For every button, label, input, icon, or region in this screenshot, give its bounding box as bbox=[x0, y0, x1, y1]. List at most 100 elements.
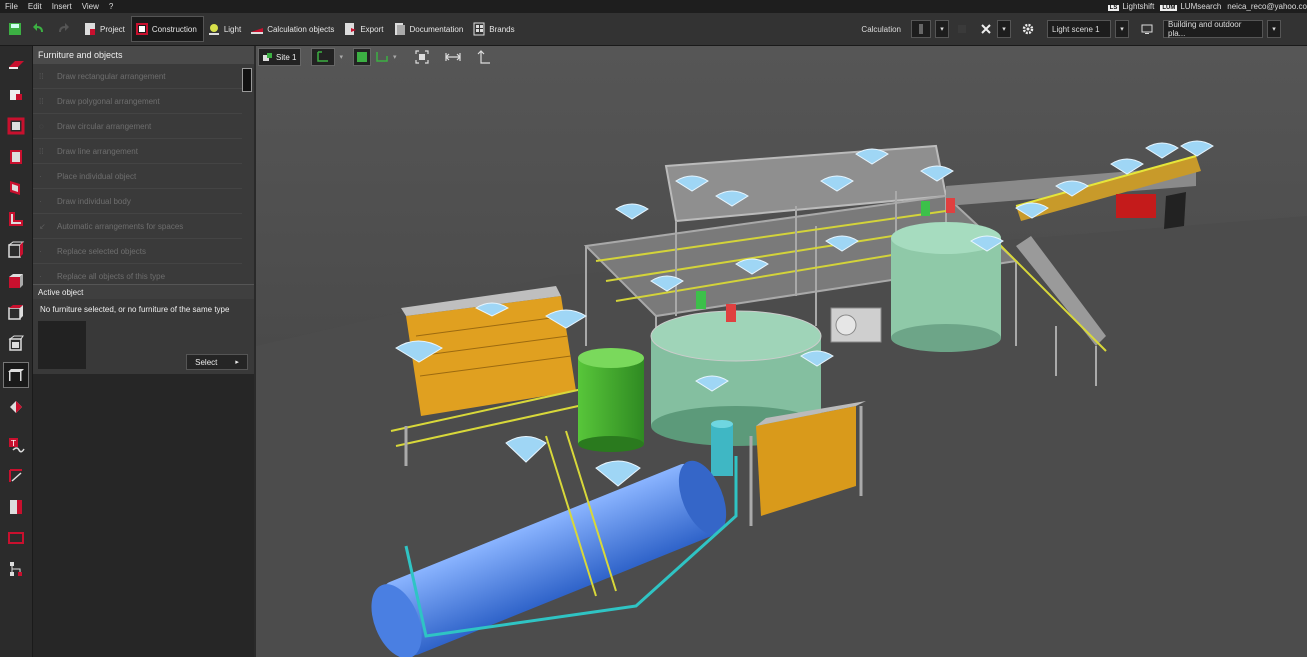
account-email[interactable]: neica_reco@yahoo.co bbox=[1227, 2, 1307, 11]
save-icon[interactable] bbox=[6, 20, 24, 38]
tool-furniture-icon[interactable] bbox=[3, 362, 29, 388]
3d-viewport[interactable]: Site 1 ▾ ▾ bbox=[256, 46, 1307, 657]
tool-l-shape-icon[interactable] bbox=[4, 207, 28, 231]
tool-text-icon[interactable]: T bbox=[4, 433, 28, 457]
list-item-replace-selected[interactable]: · Replace selected objects bbox=[33, 239, 242, 264]
chevron-right-icon: ▸ bbox=[235, 359, 239, 366]
tab-documentation[interactable]: Documentation bbox=[389, 17, 469, 41]
tool-decoration-icon[interactable] bbox=[4, 395, 28, 419]
list-item-place-object[interactable]: · Place individual object bbox=[33, 164, 242, 189]
measure-vertical-button[interactable] bbox=[477, 49, 491, 65]
solid-view-button[interactable] bbox=[352, 48, 371, 66]
lightshift-label: Lightshift bbox=[1122, 2, 1155, 11]
list-item-draw-body[interactable]: · Draw individual body bbox=[33, 189, 242, 214]
viewport-scene bbox=[256, 46, 1307, 657]
panel-scrollbar[interactable] bbox=[242, 68, 252, 92]
tool-door-icon[interactable] bbox=[4, 145, 28, 169]
cancel-dropdown-button[interactable]: ▾ bbox=[997, 20, 1011, 38]
site-icon bbox=[263, 53, 272, 61]
list-item-line[interactable]: ⁞⁞ Draw line arrangement bbox=[33, 139, 242, 164]
tab-documentation-label: Documentation bbox=[409, 24, 464, 34]
light-scene-dropdown-button[interactable]: ▾ bbox=[1115, 20, 1129, 38]
fit-view-icon bbox=[414, 50, 429, 64]
view-mode-button[interactable] bbox=[311, 48, 336, 66]
replace-selected-icon: · bbox=[39, 246, 42, 256]
pump bbox=[830, 307, 882, 343]
tool-room-icon[interactable] bbox=[4, 83, 28, 107]
lumsearch-link[interactable]: LUM LUMsearch bbox=[1160, 2, 1221, 11]
circular-arrangement-icon: ◌ bbox=[39, 121, 44, 131]
tool-walls-icon[interactable] bbox=[4, 114, 28, 138]
list-item-label: Replace all objects of this type bbox=[57, 271, 166, 281]
gear-icon[interactable] bbox=[1021, 20, 1035, 38]
measure-horizontal-button[interactable] bbox=[444, 49, 461, 65]
tool-list: ⁞⁞ Draw rectangular arrangement ⁞⁞ Draw po… bbox=[33, 64, 254, 284]
menu-file[interactable]: File bbox=[0, 2, 23, 11]
monitor-icon[interactable] bbox=[1139, 20, 1155, 38]
calculation-objects-icon bbox=[251, 28, 264, 34]
light-icon bbox=[208, 24, 219, 35]
l-view-icon bbox=[317, 51, 329, 62]
tool-floor-icon[interactable] bbox=[4, 52, 28, 76]
tool-window-icon[interactable] bbox=[4, 176, 28, 200]
list-item-circular[interactable]: ◌ Draw circular arrangement bbox=[33, 114, 242, 139]
tool-rectangle-icon[interactable] bbox=[4, 526, 28, 550]
tab-export[interactable]: Export bbox=[340, 17, 389, 41]
menu-edit[interactable]: Edit bbox=[23, 2, 47, 11]
menu-help[interactable]: ? bbox=[104, 2, 118, 11]
lum-badge: LUM bbox=[1160, 5, 1178, 11]
list-item-polygonal[interactable]: ⁞⁞ Draw polygonal arrangement bbox=[33, 89, 242, 114]
select-button[interactable]: Select ▸ bbox=[186, 354, 248, 370]
menu-insert[interactable]: Insert bbox=[47, 2, 77, 11]
tool-box-icon[interactable] bbox=[4, 269, 28, 293]
cancel-calculation-icon[interactable] bbox=[979, 20, 993, 38]
menu-view[interactable]: View bbox=[77, 2, 104, 11]
tool-cube-icon[interactable] bbox=[4, 238, 28, 262]
ls-badge: LS bbox=[1107, 5, 1120, 11]
tab-brands[interactable]: Brands bbox=[469, 17, 520, 41]
svg-text:T: T bbox=[10, 439, 16, 448]
tab-calculation-objects-label: Calculation objects bbox=[267, 24, 335, 34]
main-toolbar: Project Construction Light Calculation o… bbox=[0, 13, 1307, 46]
solid-view-icon bbox=[356, 52, 367, 62]
project-icon bbox=[85, 23, 95, 35]
list-item-label: Automatic arrangements for spaces bbox=[57, 221, 184, 231]
lightshift-link[interactable]: LS Lightshift bbox=[1107, 2, 1155, 11]
tab-project[interactable]: Project bbox=[80, 17, 131, 41]
tab-calculation-objects[interactable]: Calculation objects bbox=[247, 17, 340, 41]
tool-container-icon[interactable] bbox=[4, 331, 28, 355]
light-scene-value: Light scene 1 bbox=[1052, 24, 1100, 34]
list-item-replace-all[interactable]: · Replace all objects of this type bbox=[33, 264, 242, 288]
tool-panel-icon[interactable] bbox=[4, 495, 28, 519]
export-icon bbox=[345, 23, 357, 35]
fit-view-button[interactable] bbox=[414, 49, 429, 65]
tool-line-icon[interactable] bbox=[4, 464, 28, 488]
measure-horizontal-icon bbox=[444, 53, 461, 61]
redo-icon[interactable] bbox=[54, 20, 72, 38]
site-label: Site 1 bbox=[276, 52, 297, 62]
furniture-panel: Furniture and objects ⁞⁞ Draw rectangular… bbox=[33, 46, 254, 657]
list-item-automatic[interactable]: ↙ Automatic arrangements for spaces bbox=[33, 214, 242, 239]
tab-light-label: Light bbox=[223, 24, 242, 34]
view-mode-dropdown-icon[interactable]: ▾ bbox=[339, 53, 343, 61]
tab-construction[interactable]: Construction bbox=[130, 16, 204, 42]
rectangular-arrangement-icon: ⁞⁞ bbox=[39, 71, 44, 81]
tab-light[interactable]: Light bbox=[204, 17, 247, 41]
undo-icon[interactable] bbox=[30, 20, 48, 38]
tool-solid-icon[interactable] bbox=[4, 300, 28, 324]
list-item-label: Replace selected objects bbox=[57, 246, 146, 256]
active-object-thumbnail bbox=[38, 321, 86, 369]
active-object-text: No furniture selected, or no furniture o… bbox=[40, 305, 230, 314]
site-selector[interactable]: Site 1 bbox=[258, 48, 302, 66]
stop-icon[interactable] bbox=[955, 20, 969, 38]
light-scene-select[interactable]: Light scene 1 bbox=[1047, 20, 1111, 38]
wire-view-button[interactable] bbox=[375, 49, 389, 65]
building-mode-dropdown-button[interactable]: ▾ bbox=[1267, 20, 1281, 38]
list-item-rectangular[interactable]: ⁞⁞ Draw rectangular arrangement bbox=[33, 64, 242, 89]
line-arrangement-icon: ⁞⁞ bbox=[39, 146, 44, 156]
building-mode-select[interactable]: Building and outdoor pla... bbox=[1163, 20, 1263, 38]
tool-tree-icon[interactable] bbox=[4, 557, 28, 581]
calculation-dropdown-button[interactable]: ▾ bbox=[935, 20, 949, 38]
brands-icon bbox=[473, 22, 485, 36]
wire-view-dropdown-icon[interactable]: ▾ bbox=[393, 53, 397, 61]
